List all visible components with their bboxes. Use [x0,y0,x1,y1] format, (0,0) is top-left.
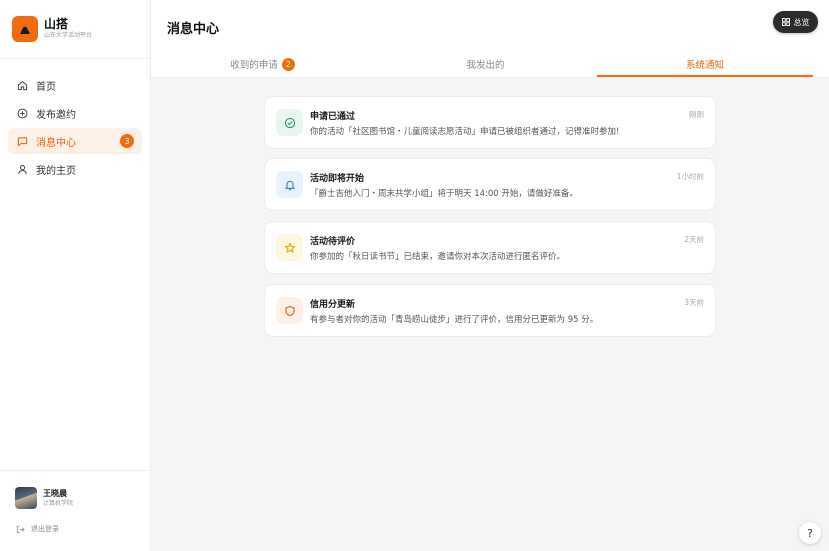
sidebar-item-label: 我的主页 [36,165,76,177]
header: 消息中心 总览 收到的申请 2 我发出的 系统通知 [151,0,829,78]
overview-button[interactable]: 总览 [773,11,818,33]
home-icon [16,79,28,91]
notification-time: 1小时前 [676,172,704,181]
tab-label: 我发出的 [466,60,505,71]
page-title: 消息中心 [167,22,220,37]
notification-time: 刚刚 [689,110,704,119]
logout-icon [16,525,25,534]
tab-bar: 收到的申请 2 我发出的 系统通知 [151,50,829,78]
avatar [15,487,37,509]
sidebar-item-profile[interactable]: 我的主页 [8,156,142,182]
overview-label: 总览 [793,17,810,27]
logout-button[interactable]: 退出登录 [16,524,59,534]
sidebar-item-messages[interactable]: 消息中心 3 [8,128,142,154]
divider [0,470,150,471]
tab-label: 系统通知 [685,60,724,71]
shield-icon [276,297,303,324]
notification-body: 你的活动「社区图书馆・儿童阅读志愿活动」申请已被组织者通过，记得准时参加! [310,127,620,137]
notification-title: 活动待评价 [310,237,356,247]
tab-label: 收到的申请 [230,60,278,71]
notification-card[interactable]: 活动即将开始 「爵士吉他入门・周末共学小组」将于明天 14:00 开始，请做好准… [264,158,716,211]
tab-system[interactable]: 系统通知 [597,50,813,78]
notification-time: 2天前 [684,235,704,244]
notification-title: 信用分更新 [310,300,356,310]
brand-name: 山搭 [44,17,69,31]
mountain-icon [12,16,38,42]
grid-icon [781,18,790,26]
sidebar-item-label: 首页 [36,81,56,93]
check-circle-icon [276,109,303,136]
notification-title: 申请已通过 [310,112,356,122]
notification-body: 有参与者对你的活动「青岛崂山徒步」进行了评价，信用分已更新为 95 分。 [310,315,599,325]
sidebar: 山搭 山东大学活动平台 首页 发布邀约 消息中心 3 我的主页 王晓晨 计算机学… [0,0,151,551]
help-button[interactable]: ? [799,522,821,544]
unread-badge: 3 [120,134,134,148]
user-card[interactable]: 王晓晨 计算机学院 [15,487,73,509]
user-icon [16,163,28,175]
notification-body: 你参加的「秋日读书节」已结束，邀请你对本次活动进行匿名评价。 [310,252,566,262]
star-icon [276,234,303,261]
tab-received[interactable]: 收到的申请 2 [151,50,374,78]
message-icon [16,135,28,147]
notification-title: 活动即将开始 [310,174,365,184]
sidebar-item-publish[interactable]: 发布邀约 [8,100,142,126]
active-tab-indicator [597,75,813,77]
sidebar-item-label: 消息中心 [36,137,76,149]
sidebar-item-home[interactable]: 首页 [8,72,142,98]
divider [0,58,150,59]
user-department: 计算机学院 [43,500,74,507]
notification-card[interactable]: 活动待评价 你参加的「秋日读书节」已结束，邀请你对本次活动进行匿名评价。 2天前 [264,221,716,274]
sidebar-item-label: 发布邀约 [36,109,76,121]
tab-badge: 2 [281,57,295,71]
main-content: 消息中心 总览 收到的申请 2 我发出的 系统通知 申请已通过 你的活动「社区图… [151,0,829,551]
brand[interactable]: 山搭 山东大学活动平台 [12,16,92,42]
notification-card[interactable]: 申请已通过 你的活动「社区图书馆・儿童阅读志愿活动」申请已被组织者通过，记得准时… [264,96,716,149]
brand-subtitle: 山东大学活动平台 [44,32,93,39]
logout-label: 退出登录 [31,525,59,533]
notification-time: 3天前 [684,298,704,307]
app: 山搭 山东大学活动平台 首页 发布邀约 消息中心 3 我的主页 王晓晨 计算机学… [0,0,829,551]
notification-body: 「爵士吉他入门・周末共学小组」将于明天 14:00 开始，请做好准备。 [310,189,578,199]
plus-circle-icon [16,107,28,119]
sidebar-nav: 首页 发布邀约 消息中心 3 我的主页 [8,72,142,184]
bell-icon [276,171,303,198]
tab-sent[interactable]: 我发出的 [374,50,597,78]
notification-card[interactable]: 信用分更新 有参与者对你的活动「青岛崂山徒步」进行了评价，信用分已更新为 95 … [264,284,716,337]
user-name: 王晓晨 [43,489,67,498]
